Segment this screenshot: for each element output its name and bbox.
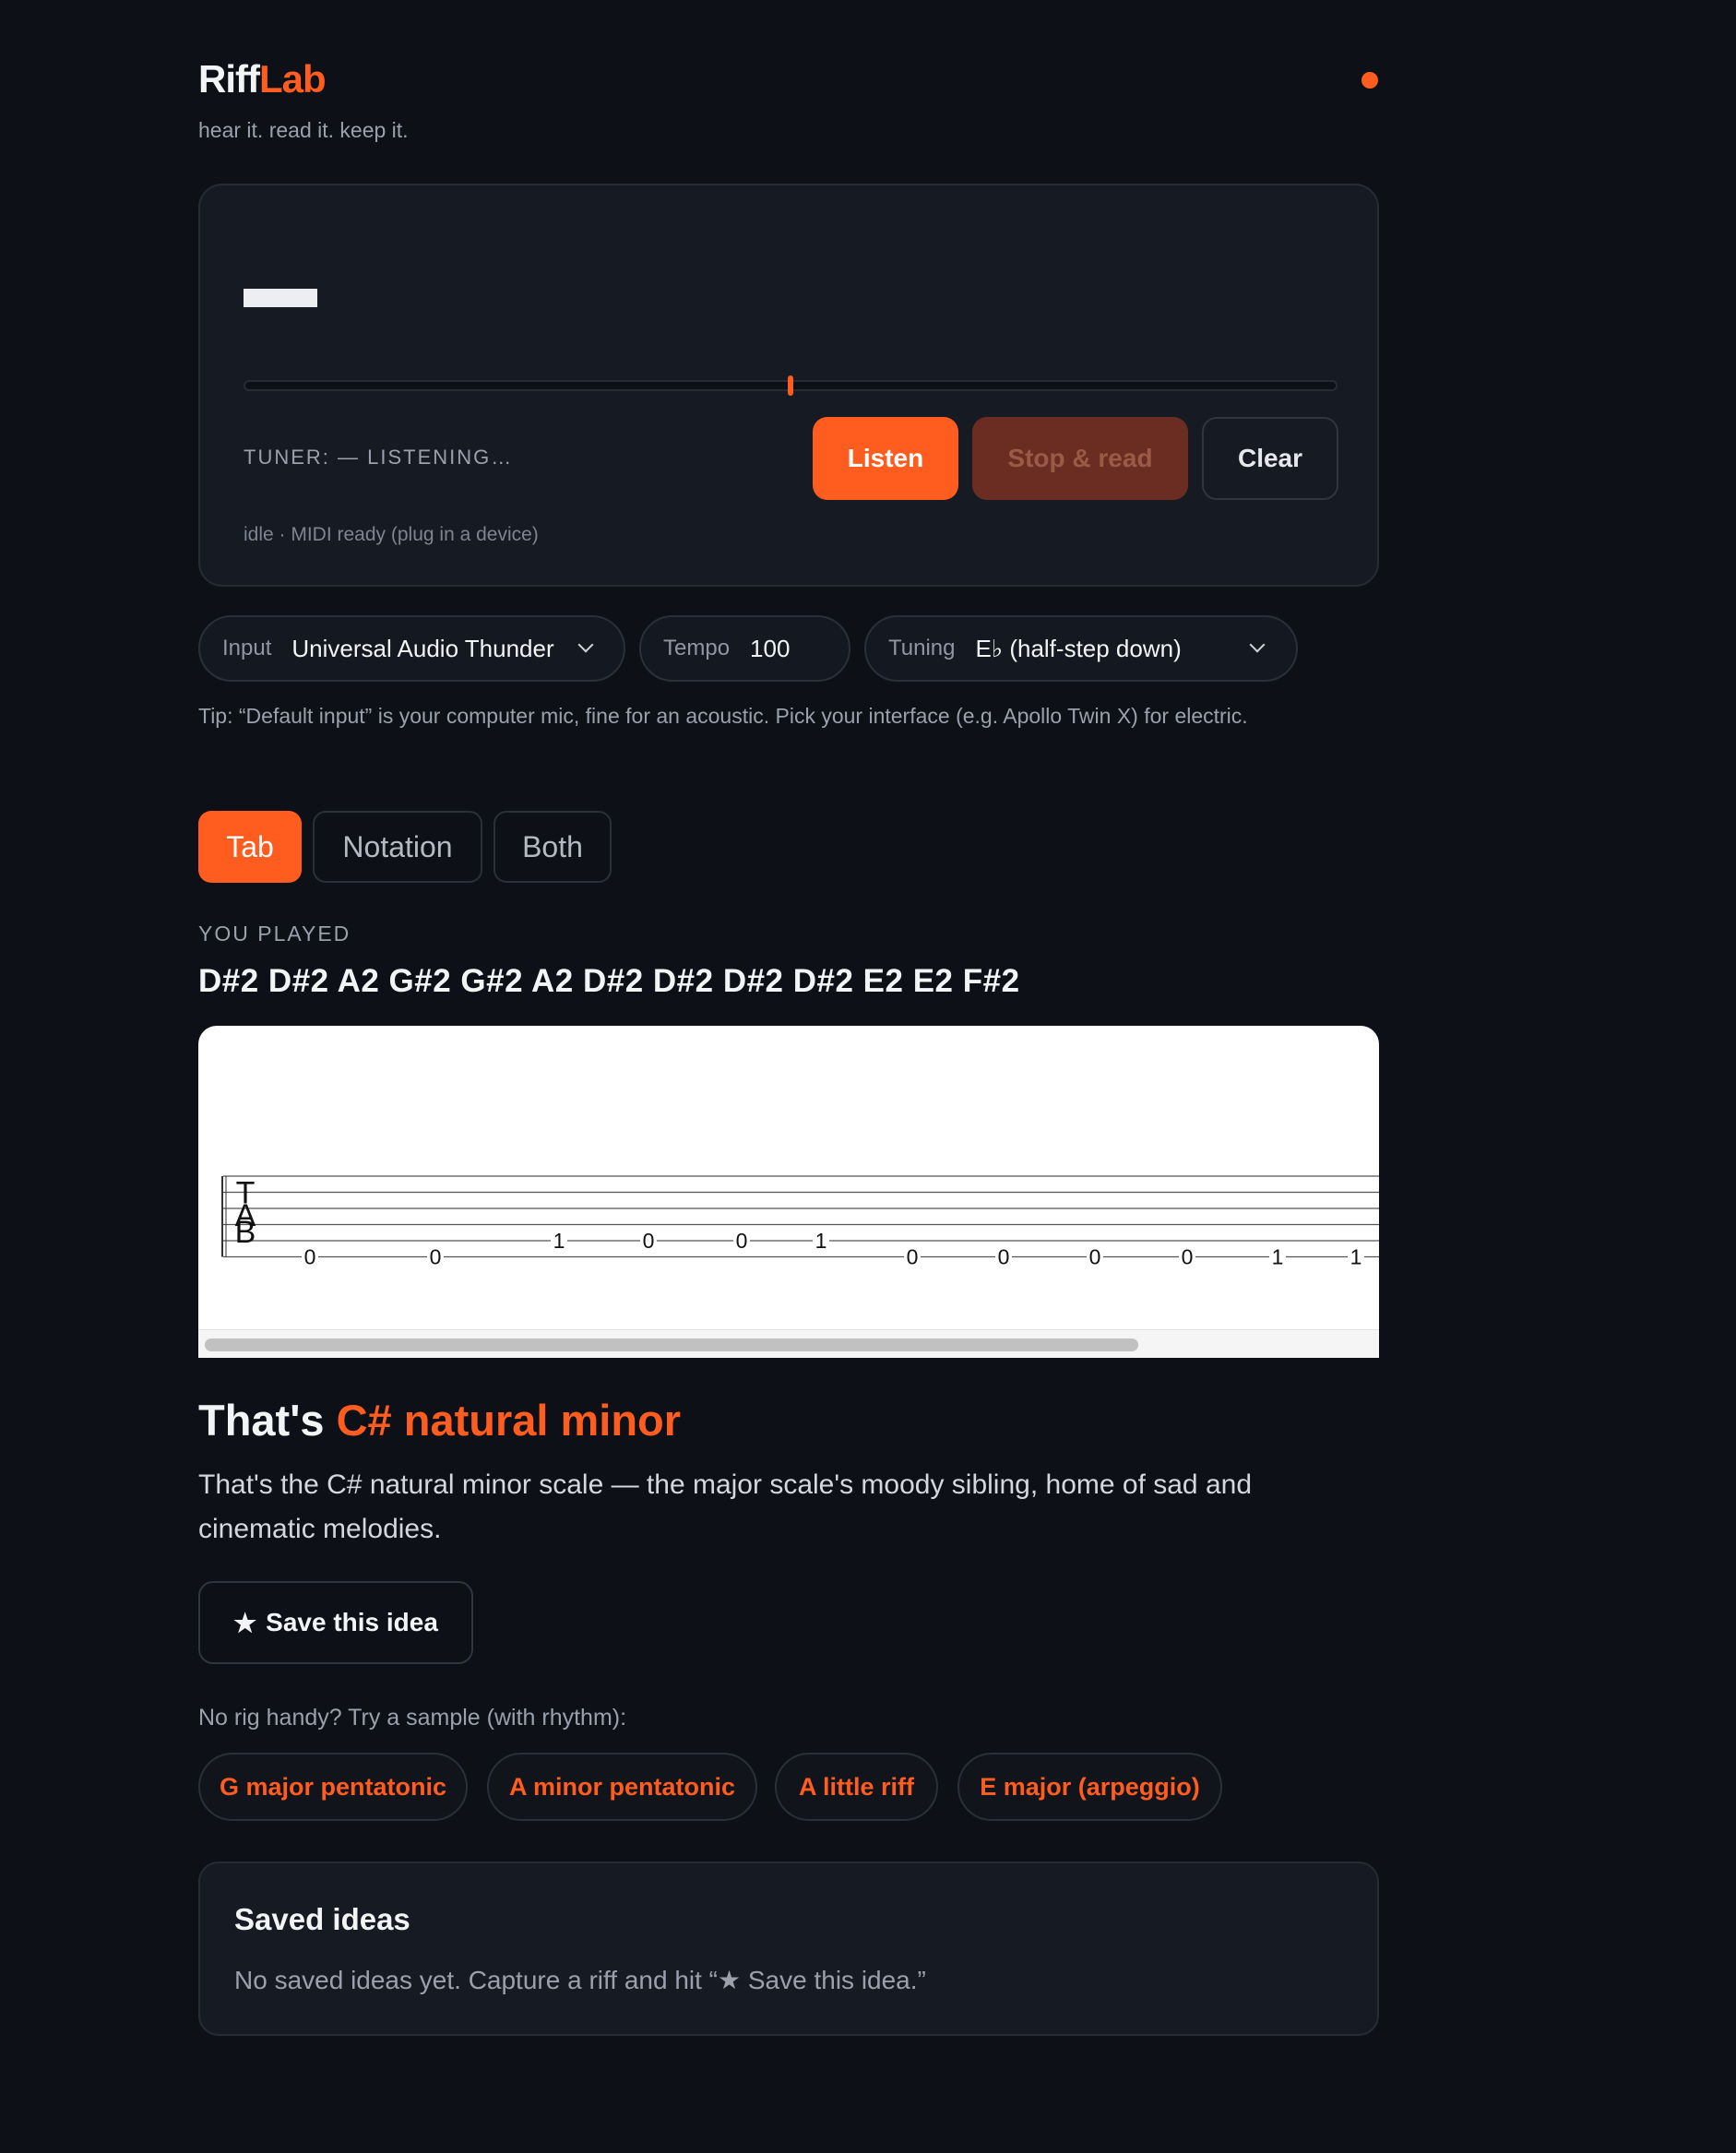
result-title-prefix: That's <box>198 1396 337 1445</box>
tempo-field[interactable]: Tempo 100 <box>639 615 850 682</box>
brand-logo: RiffLab <box>198 57 327 101</box>
pitch-meter <box>244 375 1338 396</box>
scale-description: That's the C# natural minor scale — the … <box>198 1469 1253 1544</box>
tab-fret-number: 0 <box>1182 1245 1194 1269</box>
save-idea-label: Save this idea <box>266 1608 438 1636</box>
save-idea-button[interactable]: ★ Save this idea <box>198 1581 473 1664</box>
stop-and-read-button[interactable]: Stop & read <box>972 417 1188 500</box>
tab-fret-number: 1 <box>1272 1245 1284 1269</box>
tempo-label: Tempo <box>663 636 731 660</box>
tuning-select[interactable]: Tuning E♭ (half-step down) <box>864 615 1298 682</box>
tab-both-view[interactable]: Both <box>493 811 612 883</box>
tab-fret-number: 0 <box>304 1245 316 1269</box>
capture-card: TUNER: — LISTENING… Listen Stop & read C… <box>198 184 1379 587</box>
tab-fret-number: 0 <box>430 1245 442 1269</box>
tab-staff-panel: TAB001001000011 <box>198 1026 1379 1358</box>
tab-fret-number: 0 <box>907 1245 919 1269</box>
pitch-needle <box>788 375 793 396</box>
current-note-display <box>244 289 317 307</box>
tab-staff: TAB0 01 0 0 10 0 0 0 1 1 <box>221 1175 1379 1269</box>
brand-name-riff: Riff <box>198 57 260 101</box>
tab-fret-number: 1 <box>553 1229 565 1253</box>
tab-fret-number: 0 <box>736 1229 748 1253</box>
input-select[interactable]: Input Universal Audio Thunder <box>198 615 625 682</box>
played-notes: D#2 D#2 A2 G#2 G#2 A2 D#2 D#2 D#2 D#2 E2… <box>198 963 1020 999</box>
tagline: hear it. read it. keep it. <box>198 118 409 142</box>
status-indicator-dot <box>1361 72 1378 89</box>
chevron-down-icon <box>577 636 594 653</box>
sample-e-major-arpeggio[interactable]: E major (arpeggio) <box>957 1753 1222 1821</box>
saved-ideas-title: Saved ideas <box>234 1902 410 1936</box>
scale-result-title: That's C# natural minor <box>198 1395 681 1445</box>
clear-button[interactable]: Clear <box>1202 417 1338 500</box>
tab-tab-view[interactable]: Tab <box>198 811 302 883</box>
sample-g-major-pentatonic[interactable]: G major pentatonic <box>198 1753 468 1821</box>
tuning-value: E♭ (half-step down) <box>975 634 1182 662</box>
samples-label: No rig handy? Try a sample (with rhythm)… <box>198 1705 627 1731</box>
scale-name: C# natural minor <box>336 1396 682 1445</box>
header: RiffLab hear it. read it. keep it. <box>198 57 1379 168</box>
tempo-value[interactable]: 100 <box>750 635 790 663</box>
status-line: idle · MIDI ready (plug in a device) <box>244 524 539 545</box>
tab-fret-number: 0 <box>643 1229 655 1253</box>
tuning-label: Tuning <box>888 636 956 660</box>
saved-ideas-card: Saved ideas No saved ideas yet. Capture … <box>198 1862 1379 2036</box>
brand-name-lab: Lab <box>258 57 327 101</box>
tab-fret-number: 1 <box>815 1229 827 1253</box>
tab-notation-view[interactable]: Notation <box>313 811 482 883</box>
star-icon: ★ <box>233 1608 257 1637</box>
tab-scrollbar-thumb[interactable] <box>205 1338 1138 1351</box>
tab-scrollbar[interactable] <box>198 1329 1379 1358</box>
you-played-label: YOU PLAYED <box>198 922 351 946</box>
input-value: Universal Audio Thunder <box>291 634 554 662</box>
tab-clef-letter: B <box>235 1215 256 1250</box>
sample-a-little-riff[interactable]: A little riff <box>775 1753 938 1821</box>
sample-a-minor-pentatonic[interactable]: A minor pentatonic <box>487 1753 757 1821</box>
saved-ideas-empty: No saved ideas yet. Capture a riff and h… <box>234 1966 926 1994</box>
tab-fret-number: 0 <box>1089 1245 1101 1269</box>
tab-fret-number: 0 <box>998 1245 1010 1269</box>
listen-button[interactable]: Listen <box>813 417 958 500</box>
input-label: Input <box>222 636 272 660</box>
tuner-readout: TUNER: — LISTENING… <box>244 446 514 469</box>
tab-fret-number: 1 <box>1350 1245 1362 1269</box>
input-tip: Tip: “Default input” is your computer mi… <box>198 704 1248 728</box>
chevron-down-icon <box>1249 636 1266 653</box>
